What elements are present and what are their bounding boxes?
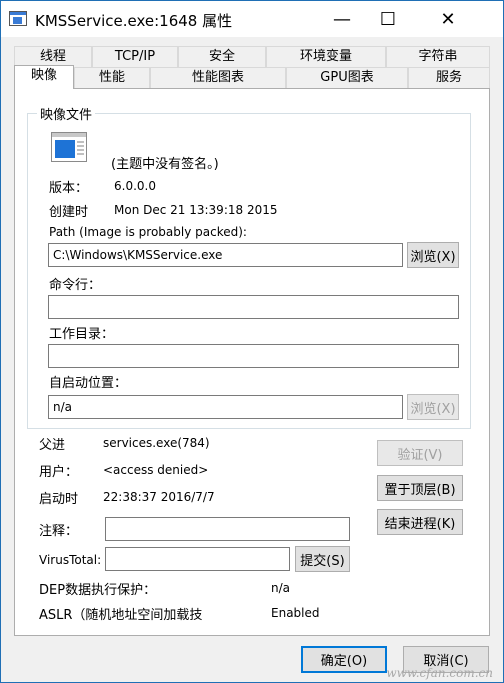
close-icon: ✕ [440,8,456,30]
properties-window: KMSService.exe:1648 属性 — ☐ ✕ 线程 TCP/IP 安… [0,0,504,683]
dep-label: DEP数据执行保护： [39,583,157,598]
workdir-field[interactable] [48,344,459,368]
maximize-button[interactable]: ☐ [365,1,411,37]
version-value: 6.0.0.0 [114,179,156,193]
path-field[interactable]: C:\Windows\KMSService.exe [48,243,403,267]
cmdline-field[interactable] [48,295,459,319]
tab-strings[interactable]: 字符串 [386,46,490,68]
app-window-icon [9,11,27,26]
maximize-icon: ☐ [379,8,397,30]
bring-to-front-button[interactable]: 置于顶层(B) [377,475,463,501]
tab-tcpip[interactable]: TCP/IP [92,46,178,68]
browse-path-button[interactable]: 浏览(X) [407,242,459,268]
start-time-value: 22:38:37 2016/7/7 [103,490,215,504]
tab-security[interactable]: 安全 [178,46,266,68]
signature-status: (主题中没有签名。) [111,157,219,172]
application-icon [51,132,87,162]
comment-field[interactable] [105,517,350,541]
parent-value: services.exe(784) [103,436,210,450]
tab-gpu-graph[interactable]: GPU图表 [286,67,408,89]
path-label: Path (Image is probably packed): [49,225,247,239]
window-title: KMSService.exe:1648 属性 [35,12,233,30]
tab-services[interactable]: 服务 [408,67,490,89]
tab-environment[interactable]: 环境变量 [266,46,386,68]
parent-label: 父进 [39,438,66,453]
cmdline-label: 命令行： [49,278,102,293]
submit-button[interactable]: 提交(S) [295,546,350,572]
kill-process-button[interactable]: 结束进程(K) [377,509,463,535]
dep-value: n/a [271,581,291,595]
minimize-icon: — [333,8,351,30]
autostart-label: 自启动位置： [49,376,128,391]
verify-button[interactable]: 验证(V) [377,440,463,466]
version-label: 版本： [49,181,89,196]
title-bar[interactable]: KMSService.exe:1648 属性 — ☐ ✕ [1,1,503,37]
browse-autostart-button[interactable]: 浏览(X) [407,394,459,420]
virustotal-label: VirusTotal: [39,553,102,567]
comment-label: 注释： [39,524,79,539]
tab-performance-graph[interactable]: 性能图表 [150,67,286,89]
user-label: 用户： [39,465,79,480]
user-value: <access denied> [103,463,209,477]
created-value: Mon Dec 21 13:39:18 2015 [114,203,278,217]
ok-button[interactable]: 确定(O) [301,646,387,673]
minimize-button[interactable]: — [319,1,365,37]
start-time-label: 启动时 [39,492,79,507]
aslr-label: ASLR（随机地址空间加载技 [39,608,203,623]
autostart-field[interactable]: n/a [48,395,403,419]
created-label: 创建时 [49,205,89,220]
workdir-label: 工作目录： [49,327,115,342]
tab-image[interactable]: 映像 [14,65,74,89]
tab-performance[interactable]: 性能 [74,67,150,89]
virustotal-field[interactable] [105,547,290,571]
aslr-value: Enabled [271,606,320,620]
image-file-group-title: 映像文件 [37,104,96,123]
watermark: www.cfan.com.cn [386,666,493,680]
close-button[interactable]: ✕ [425,1,471,37]
